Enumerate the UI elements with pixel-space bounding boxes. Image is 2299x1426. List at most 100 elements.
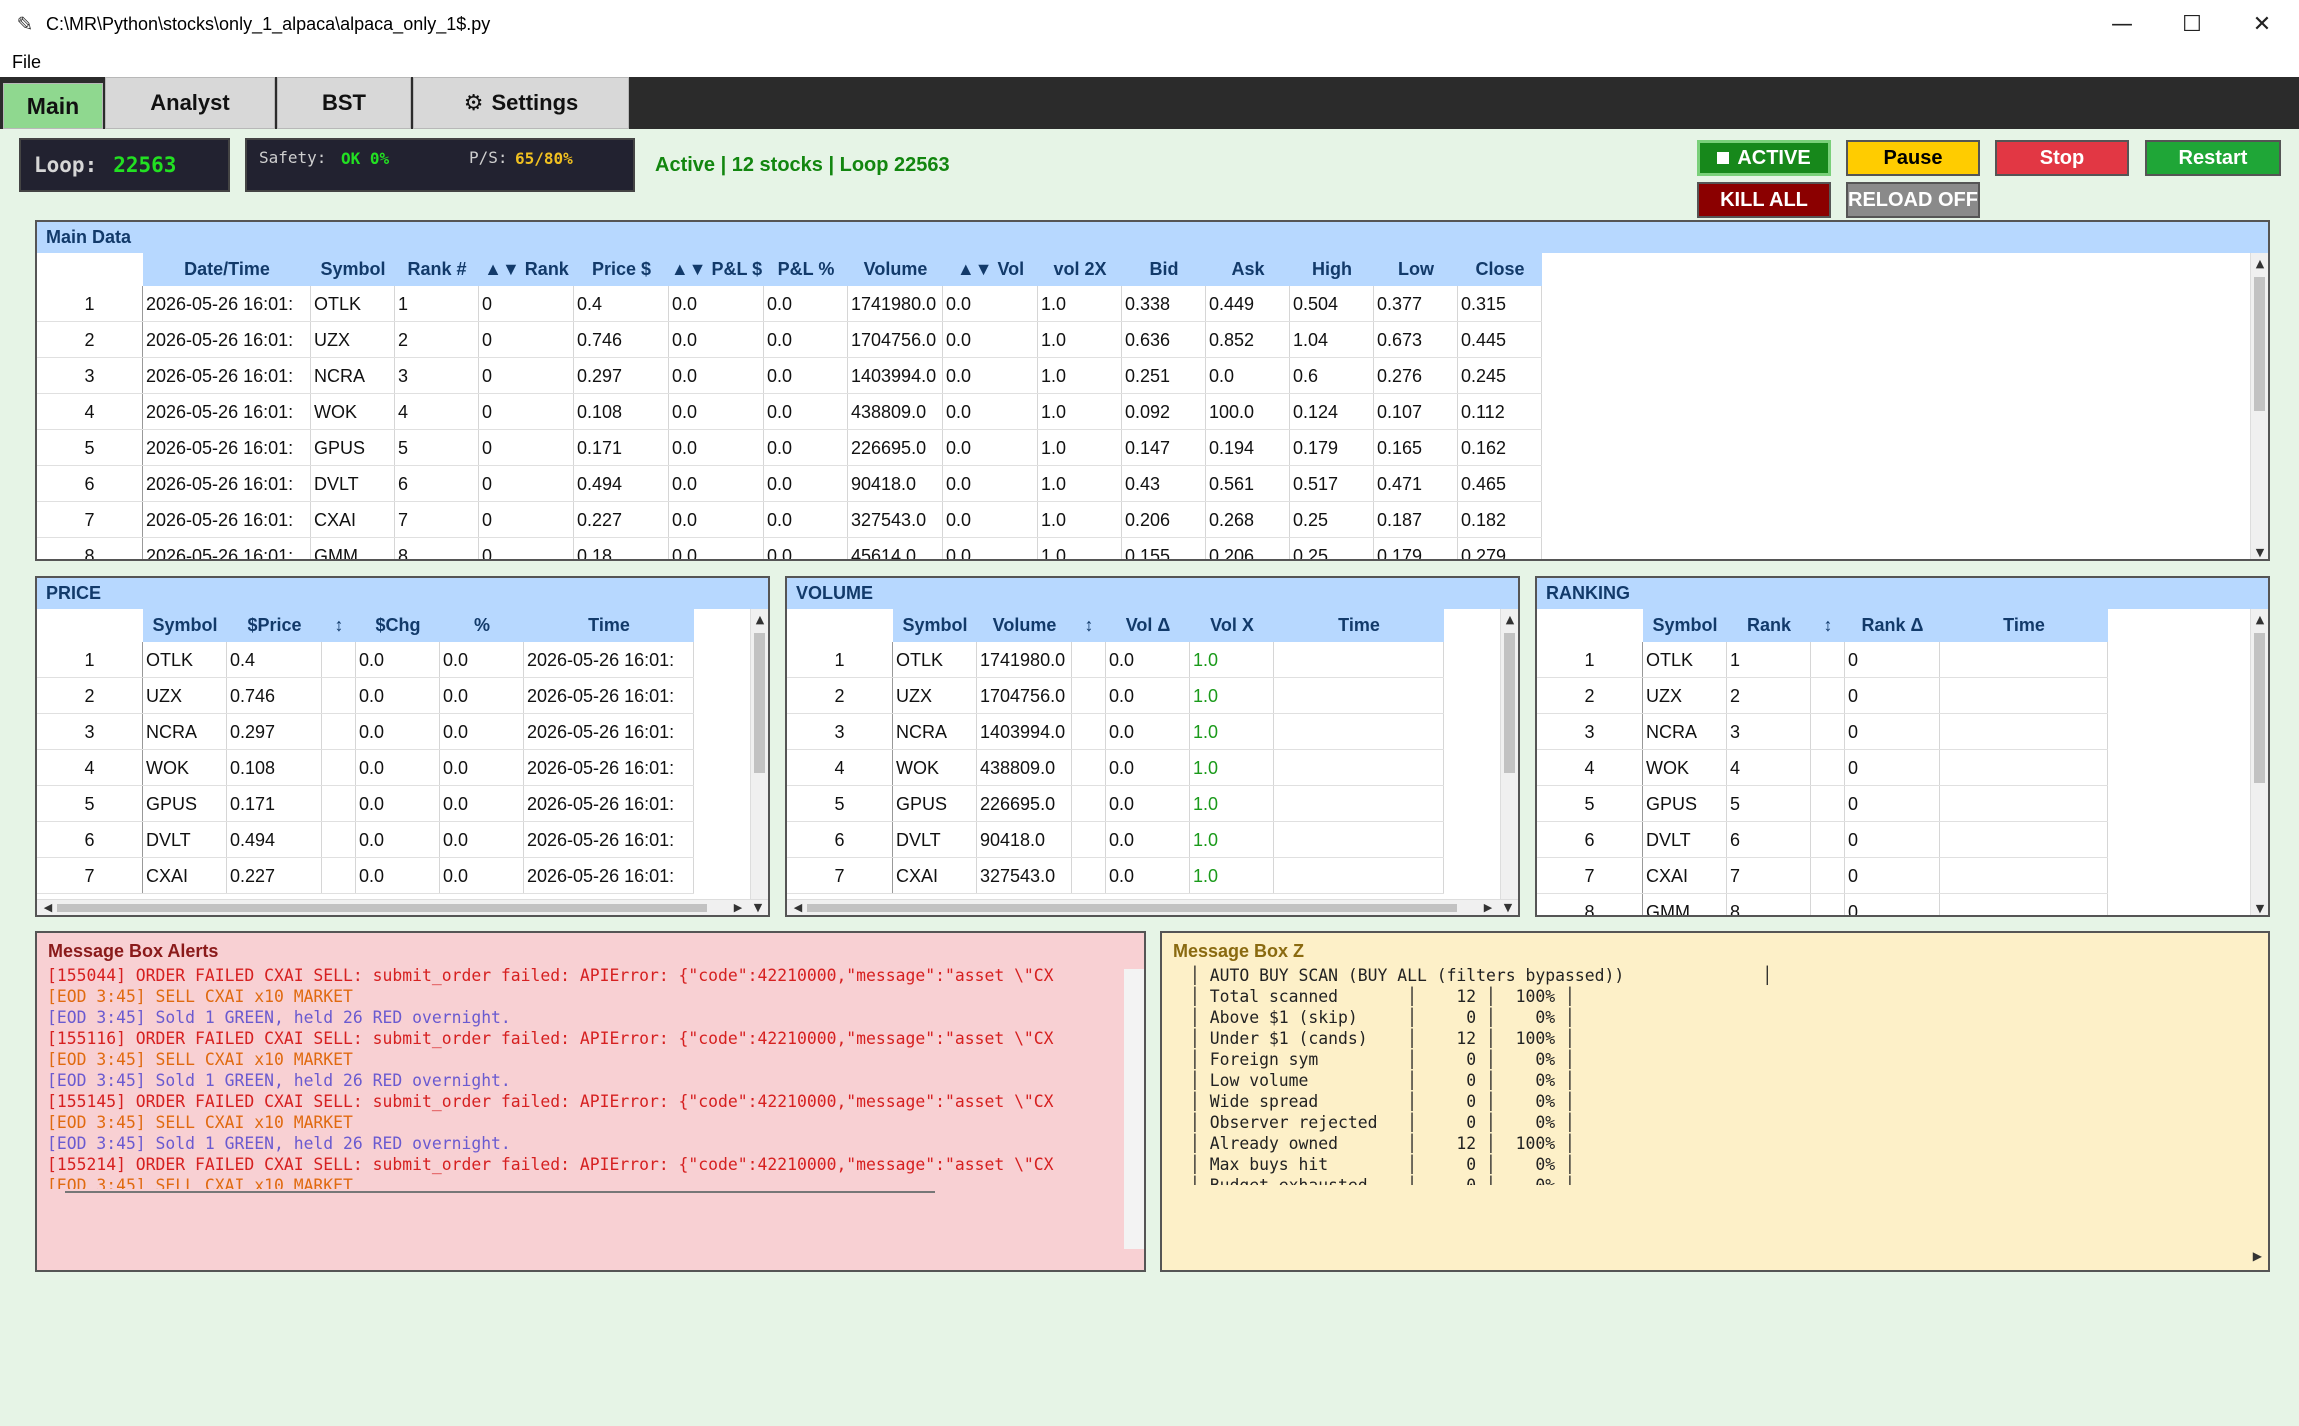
- table-row[interactable]: 2 UZX 0.746 0.0 0.0 2026-05-26 16:01:: [37, 678, 694, 714]
- column-header[interactable]: vol 2X: [1038, 253, 1122, 286]
- table-row[interactable]: 2 UZX 2 0: [1537, 678, 2108, 714]
- main-data-vscroll[interactable]: ▲ ▼: [2250, 253, 2268, 559]
- table-row[interactable]: 7 CXAI 0.227 0.0 0.0 2026-05-26 16:01:: [37, 858, 694, 894]
- scroll-up-icon[interactable]: ▲: [1501, 613, 1518, 626]
- column-header[interactable]: %: [440, 609, 524, 642]
- table-row[interactable]: 7 CXAI 7 0: [1537, 858, 2108, 894]
- scroll-thumb[interactable]: [2254, 277, 2265, 411]
- column-header[interactable]: Vol Δ: [1106, 609, 1190, 642]
- column-header[interactable]: Symbol: [893, 609, 977, 642]
- column-header[interactable]: ↕: [1072, 609, 1106, 642]
- column-header[interactable]: Symbol: [1643, 609, 1727, 642]
- table-row[interactable]: 3 2026-05-26 16:01: NCRA 3 0 0.297 0.0 0.0 14039…: [37, 358, 1542, 394]
- table-row[interactable]: 1 2026-05-26 16:01: OTLK 1 0 0.4 0.0 0.0 1741980…: [37, 286, 1542, 322]
- scroll-down-icon[interactable]: ▼: [749, 901, 767, 914]
- tab-bst[interactable]: BST: [277, 77, 411, 129]
- table-row[interactable]: 6 DVLT 90418.0 0.0 1.0: [787, 822, 1444, 858]
- table-row[interactable]: 4 2026-05-26 16:01: WOK 4 0 0.108 0.0 0.0 438809…: [37, 394, 1542, 430]
- scroll-down-icon[interactable]: ▼: [2251, 902, 2268, 915]
- column-header[interactable]: ▲▼ Rank: [479, 253, 574, 286]
- column-header[interactable]: $Chg: [356, 609, 440, 642]
- kill-all-button[interactable]: KILL ALL: [1697, 182, 1831, 218]
- alerts-vscroll[interactable]: [1124, 969, 1144, 1249]
- reload-button[interactable]: RELOAD OFF: [1846, 182, 1980, 218]
- table-row[interactable]: 3 NCRA 1403994.0 0.0 1.0: [787, 714, 1444, 750]
- column-header[interactable]: Symbol: [143, 609, 227, 642]
- table-row[interactable]: 4 WOK 0.108 0.0 0.0 2026-05-26 16:01:: [37, 750, 694, 786]
- column-header[interactable]: Date/Time: [143, 253, 311, 286]
- table-row[interactable]: 6 DVLT 6 0: [1537, 822, 2108, 858]
- pause-button[interactable]: Pause: [1846, 140, 1980, 176]
- scroll-right-icon[interactable]: ▶: [2253, 1249, 2262, 1263]
- volume-hscroll[interactable]: ◀ ▶ ▼: [787, 899, 1518, 915]
- scroll-down-icon[interactable]: ▼: [1499, 901, 1517, 914]
- column-header[interactable]: Rank Δ: [1845, 609, 1940, 642]
- scroll-left-icon[interactable]: ◀: [789, 901, 807, 914]
- table-row[interactable]: 5 GPUS 5 0: [1537, 786, 2108, 822]
- table-row[interactable]: 1 OTLK 1 0: [1537, 642, 2108, 678]
- scroll-thumb[interactable]: [2254, 633, 2265, 783]
- scroll-right-icon[interactable]: ▶: [729, 901, 747, 914]
- scroll-left-icon[interactable]: ◀: [39, 901, 57, 914]
- menu-file[interactable]: File: [12, 52, 41, 73]
- column-header[interactable]: Rank #: [395, 253, 479, 286]
- table-row[interactable]: 1 OTLK 0.4 0.0 0.0 2026-05-26 16:01:: [37, 642, 694, 678]
- column-header[interactable]: ↕: [1811, 609, 1845, 642]
- scroll-down-icon[interactable]: ▼: [2251, 546, 2268, 559]
- column-header[interactable]: Low: [1374, 253, 1458, 286]
- stop-button[interactable]: Stop: [1995, 140, 2129, 176]
- table-row[interactable]: 3 NCRA 3 0: [1537, 714, 2108, 750]
- column-header[interactable]: Bid: [1122, 253, 1206, 286]
- column-header[interactable]: Time: [1940, 609, 2108, 642]
- tab-settings[interactable]: ⚙ Settings: [413, 77, 629, 129]
- table-row[interactable]: 2 UZX 1704756.0 0.0 1.0: [787, 678, 1444, 714]
- tab-analyst[interactable]: Analyst: [105, 77, 275, 129]
- table-row[interactable]: 2 2026-05-26 16:01: UZX 2 0 0.746 0.0 0.0 170475…: [37, 322, 1542, 358]
- table-row[interactable]: 7 2026-05-26 16:01: CXAI 7 0 0.227 0.0 0.0 32754…: [37, 502, 1542, 538]
- column-header[interactable]: Time: [524, 609, 694, 642]
- column-header[interactable]: High: [1290, 253, 1374, 286]
- column-header[interactable]: Rank: [1727, 609, 1811, 642]
- column-header[interactable]: Vol X: [1190, 609, 1274, 642]
- maximize-button[interactable]: ☐: [2157, 0, 2227, 48]
- column-header[interactable]: ▲▼ P&L $: [669, 253, 764, 286]
- tab-main[interactable]: Main: [3, 83, 103, 129]
- table-row[interactable]: 1 OTLK 1741980.0 0.0 1.0: [787, 642, 1444, 678]
- price-vscroll[interactable]: ▲: [750, 609, 768, 901]
- scroll-thumb[interactable]: [57, 904, 707, 912]
- minimize-button[interactable]: —: [2087, 0, 2157, 48]
- table-row[interactable]: 8 GMM 8 0: [1537, 894, 2108, 915]
- scroll-thumb[interactable]: [1504, 633, 1515, 773]
- column-header[interactable]: Symbol: [311, 253, 395, 286]
- active-button[interactable]: ACTIVE: [1697, 140, 1831, 176]
- scroll-thumb[interactable]: [807, 904, 1457, 912]
- scroll-up-icon[interactable]: ▲: [2251, 257, 2268, 270]
- column-header[interactable]: ▲▼ Vol: [943, 253, 1038, 286]
- scroll-right-icon[interactable]: ▶: [1479, 901, 1497, 914]
- ranking-vscroll[interactable]: ▲ ▼: [2250, 609, 2268, 915]
- table-row[interactable]: 5 GPUS 0.171 0.0 0.0 2026-05-26 16:01:: [37, 786, 694, 822]
- column-header[interactable]: Volume: [977, 609, 1072, 642]
- table-row[interactable]: 6 2026-05-26 16:01: DVLT 6 0 0.494 0.0 0.0 90418…: [37, 466, 1542, 502]
- scroll-up-icon[interactable]: ▲: [751, 613, 768, 626]
- column-header[interactable]: Price $: [574, 253, 669, 286]
- price-hscroll[interactable]: ◀ ▶ ▼: [37, 899, 768, 915]
- table-row[interactable]: 3 NCRA 0.297 0.0 0.0 2026-05-26 16:01:: [37, 714, 694, 750]
- table-row[interactable]: 5 2026-05-26 16:01: GPUS 5 0 0.171 0.0 0.0 22669…: [37, 430, 1542, 466]
- table-row[interactable]: 4 WOK 4 0: [1537, 750, 2108, 786]
- restart-button[interactable]: Restart: [2145, 140, 2281, 176]
- scroll-thumb[interactable]: [754, 633, 765, 773]
- table-row[interactable]: 4 WOK 438809.0 0.0 1.0: [787, 750, 1444, 786]
- alerts-hscroll-thumb[interactable]: [65, 1191, 935, 1193]
- table-row[interactable]: 8 2026-05-26 16:01: GMM 8 0 0.18 0.0 0.0 45614.0…: [37, 538, 1542, 559]
- column-header[interactable]: Close: [1458, 253, 1542, 286]
- table-row[interactable]: 7 CXAI 327543.0 0.0 1.0: [787, 858, 1444, 894]
- close-button[interactable]: ✕: [2227, 0, 2297, 48]
- column-header[interactable]: Volume: [848, 253, 943, 286]
- volume-vscroll[interactable]: ▲: [1500, 609, 1518, 901]
- column-header[interactable]: $Price: [227, 609, 322, 642]
- column-header[interactable]: Time: [1274, 609, 1444, 642]
- column-header[interactable]: Ask: [1206, 253, 1290, 286]
- scroll-up-icon[interactable]: ▲: [2251, 613, 2268, 626]
- column-header[interactable]: ↕: [322, 609, 356, 642]
